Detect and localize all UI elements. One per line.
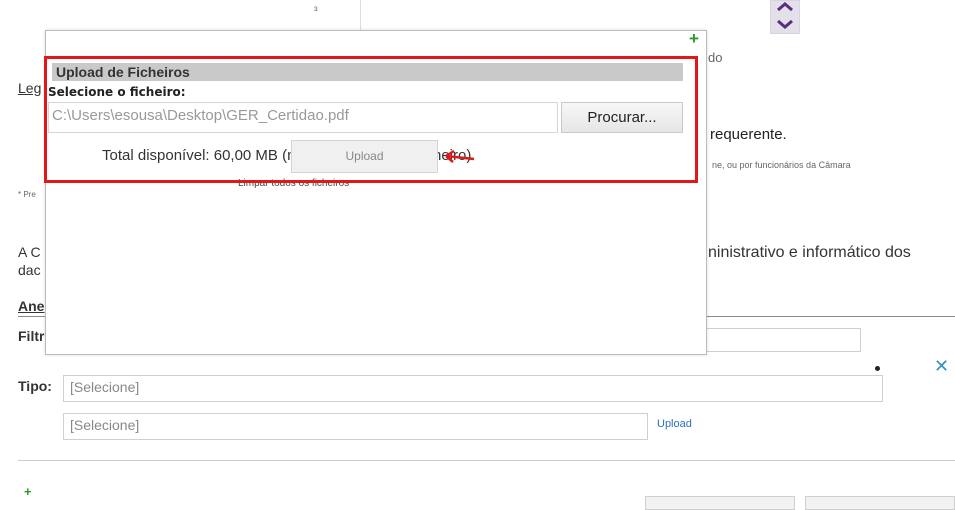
- top-fragment: ɜ: [314, 4, 318, 13]
- attachments-heading: Ane: [18, 298, 45, 314]
- add-row-icon[interactable]: +: [24, 484, 32, 499]
- close-icon[interactable]: ✕: [934, 356, 949, 377]
- filter-label: Filtr: [18, 328, 45, 344]
- type-select-1[interactable]: [Selecione]: [63, 375, 883, 402]
- upload-link[interactable]: Upload: [657, 418, 692, 430]
- note-text: ne, ou por funcionários da Câmara: [712, 160, 851, 170]
- paragraph-start: A C: [18, 244, 41, 260]
- chevron-down-icon: [777, 2, 793, 29]
- field-label-fragment: do: [708, 50, 723, 65]
- filter-input[interactable]: [706, 328, 861, 352]
- divider: [360, 0, 361, 30]
- type-select-2[interactable]: [Selecione]: [63, 413, 648, 440]
- required-note: * Pre: [18, 190, 36, 199]
- scroll-arrow-button[interactable]: [770, 0, 800, 34]
- status-dot: [875, 366, 880, 371]
- paragraph-line-2: dac: [18, 262, 41, 278]
- requester-text: requerente.: [710, 126, 787, 143]
- highlight-box: [44, 56, 698, 183]
- legislation-link[interactable]: Leg: [18, 80, 41, 96]
- add-icon[interactable]: +: [689, 29, 699, 49]
- type-label: Tipo:: [18, 378, 52, 394]
- bottom-divider: [18, 460, 955, 461]
- paragraph-end: ninistrativo e informático dos: [708, 244, 911, 261]
